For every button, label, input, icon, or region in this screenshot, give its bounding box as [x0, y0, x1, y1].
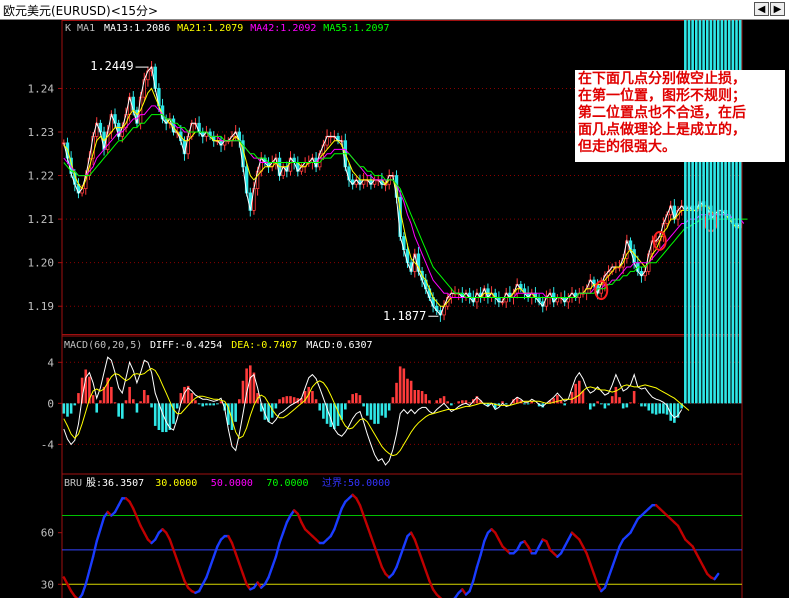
low-label: 1.1877 — [383, 309, 426, 323]
bru-segment — [395, 555, 402, 569]
y-tick-label: 1.22 — [28, 170, 55, 183]
bru-segment — [589, 562, 596, 576]
y-tick-label: 1.19 — [28, 300, 55, 313]
bru-segment — [483, 531, 490, 543]
bru-segment — [278, 531, 285, 545]
legend-item: DEA:-0.7407 — [231, 340, 297, 351]
bru-segment — [377, 555, 384, 569]
bru-segment — [585, 552, 592, 565]
bru-segment — [358, 503, 365, 517]
y-tick-label: 30 — [41, 578, 54, 591]
y-tick-label: 60 — [41, 527, 54, 540]
bru-segment — [398, 545, 406, 558]
bru-segment — [479, 540, 486, 557]
bru-segment — [614, 545, 621, 558]
chart-title: MACD(60,20,5) — [64, 340, 142, 351]
bru-segment — [168, 538, 175, 552]
bru-segment — [95, 528, 102, 543]
y-tick-label: 1.21 — [28, 213, 55, 226]
bru-segment — [179, 569, 186, 583]
bru-segment — [713, 572, 720, 581]
panel-frame-main — [61, 20, 743, 335]
window-title: 欧元美元(EURUSD)<15分> — [3, 4, 159, 18]
bru-segment — [373, 545, 380, 558]
bru-segment — [336, 507, 343, 521]
chart-title: K MA1 — [65, 23, 95, 34]
legend-item: MA55:1.2097 — [323, 23, 389, 34]
bru-segment — [238, 562, 245, 576]
bru-segment — [84, 569, 91, 586]
legend-item: 50.0000 — [211, 478, 253, 489]
annotation-line: 第二位置点也不合适，在后 — [578, 105, 746, 121]
bru-segment — [175, 558, 183, 572]
bru-segment — [475, 553, 482, 569]
right-arrow-icon[interactable]: ▶ — [770, 2, 785, 16]
legend-item: MA21:1.2079 — [177, 23, 243, 34]
legend-item: DIFF:-0.4254 — [150, 340, 222, 351]
chart-title: BRU — [64, 478, 82, 489]
bru-segment — [88, 555, 95, 572]
legend-item: MACD:0.6307 — [306, 340, 372, 351]
bru-segment — [212, 545, 219, 558]
legend-item: 30.0000 — [155, 478, 197, 489]
bru-segment — [80, 583, 87, 596]
bru-segment — [362, 514, 369, 528]
bru-segment — [611, 555, 618, 569]
y-tick-label: 1.20 — [28, 257, 55, 270]
legend-item: MA13:1.2086 — [104, 23, 170, 34]
left-arrow-icon[interactable]: ◀ — [754, 2, 769, 16]
bru-segment — [366, 524, 373, 538]
bru-segment — [208, 555, 215, 569]
bru-segment — [333, 517, 340, 531]
bru-segment — [267, 565, 274, 579]
annotation-note: 在下面几点分别做空止损， 在第一位置，图形不规则； 第二位置点也不合适，在后 面… — [575, 70, 785, 162]
bru-segment — [402, 534, 409, 548]
bru-segment — [135, 516, 142, 528]
bru-segment — [420, 558, 427, 572]
bru-segment — [271, 555, 278, 569]
bru-segment — [472, 565, 479, 583]
bru-segment — [172, 548, 179, 562]
bru-segment — [413, 538, 420, 552]
bru-segment — [369, 534, 376, 548]
legend-item: 股:36.3507 — [86, 477, 144, 489]
legend-item: 过界:50.0000 — [322, 476, 390, 489]
bru-segment — [281, 521, 289, 534]
bru-segment — [424, 569, 431, 583]
bru-segment — [603, 576, 610, 589]
annotation-line: 但走的很强大。 — [578, 139, 676, 155]
bru-segment — [230, 541, 237, 555]
bru-segment — [607, 565, 614, 579]
bru-segment — [428, 579, 435, 591]
y-tick-label: 4 — [47, 356, 54, 369]
bru-segment — [468, 579, 475, 593]
bru-segment — [417, 548, 424, 562]
y-tick-label: 0 — [47, 397, 54, 410]
legend-item: MA42:1.2092 — [250, 23, 316, 34]
bru-segment — [592, 572, 599, 586]
bru-segment — [241, 572, 248, 586]
bru-segment — [205, 565, 212, 579]
y-tick-label: 1.23 — [28, 126, 55, 139]
bru-segment — [91, 540, 98, 558]
dea-line — [63, 367, 690, 457]
annotation-line: 在第一位置，图形不规则； — [578, 88, 746, 104]
y-tick-label: -4 — [41, 438, 55, 451]
annotation-line: 面几点做理论上是成立的， — [578, 122, 746, 138]
high-label: 1.2449 — [90, 59, 133, 73]
y-tick-label: 1.24 — [28, 82, 55, 95]
bru-segment — [545, 540, 552, 552]
legend-item: 70.0000 — [266, 478, 308, 489]
bru-segment — [234, 552, 241, 565]
window-titlebar: 欧元美元(EURUSD)<15分> ◀ ▶ — [0, 0, 789, 20]
annotation-line: 在下面几点分别做空止损， — [578, 71, 746, 87]
bru-segment — [99, 516, 106, 531]
